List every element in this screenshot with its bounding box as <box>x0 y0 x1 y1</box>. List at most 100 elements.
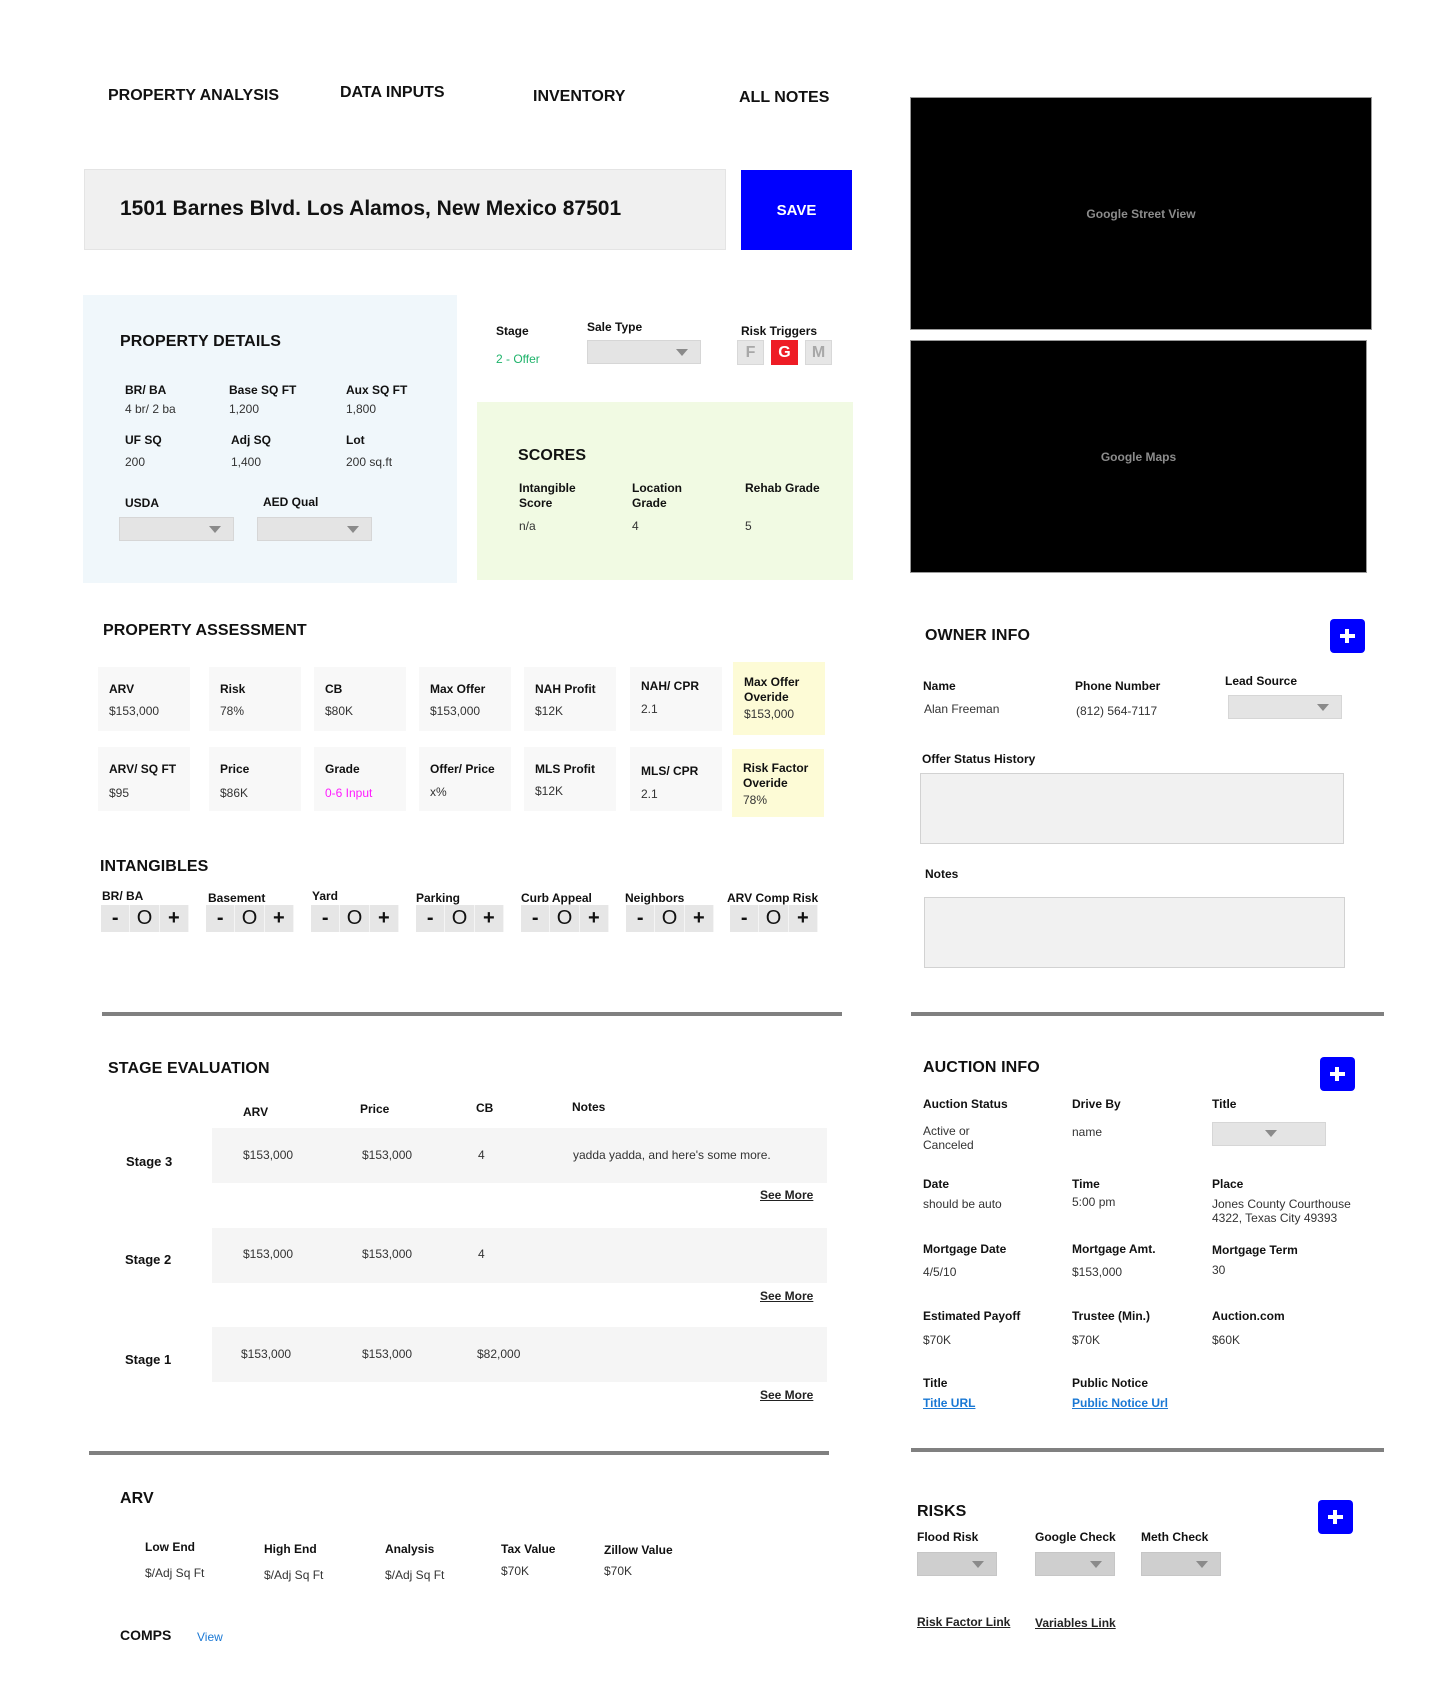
field-value: 1,200 <box>229 402 260 416</box>
place-label: Place <box>1212 1177 1244 1191</box>
tab-inventory[interactable]: INVENTORY <box>533 88 625 106</box>
assessment-card-risk-factor-override[interactable]: Risk Factor Overide 78% <box>732 749 824 817</box>
aed-qual-label: AED Qual <box>263 495 319 509</box>
comps-view-link[interactable]: View <box>197 1630 223 1645</box>
stage-label: Stage 2 <box>125 1252 172 1267</box>
tab-data-inputs[interactable]: DATA INPUTS <box>340 84 445 102</box>
title-url-label: Title <box>923 1376 948 1390</box>
title-url-link[interactable]: Title URL <box>923 1396 975 1410</box>
plus-button[interactable]: + <box>579 905 609 932</box>
stepper-value: O <box>235 905 265 932</box>
card-value: 0-6 Input <box>325 786 373 800</box>
offer-status-history-textarea[interactable] <box>920 773 1344 844</box>
see-more-link[interactable]: See More <box>760 1289 813 1303</box>
card-value: 78% <box>220 704 245 718</box>
intangible-stepper[interactable]: - O + <box>626 905 714 932</box>
card-label: MLS Profit <box>535 762 595 776</box>
address-field[interactable]: 1501 Barnes Blvd. Los Alamos, New Mexico… <box>84 169 726 250</box>
risk-trigger-g[interactable]: G <box>771 340 798 365</box>
flood-risk-dropdown[interactable] <box>917 1552 997 1576</box>
property-details-title: PROPERTY DETAILS <box>120 333 282 350</box>
intangible-stepper[interactable]: - O + <box>101 905 189 932</box>
assessment-card-arv-sqft: ARV/ SQ FT $95 <box>98 747 190 811</box>
score-value: 4 <box>632 519 639 533</box>
minus-button[interactable]: - <box>311 905 341 932</box>
risk-trigger-f[interactable]: F <box>737 340 764 365</box>
card-value: $95 <box>109 786 130 800</box>
map-panel[interactable]: Google Maps <box>910 340 1367 573</box>
card-value: $12K <box>535 704 564 718</box>
card-label: Price <box>220 762 250 776</box>
assessment-card-nah-profit: NAH Profit $12K <box>524 667 616 731</box>
aed-qual-dropdown[interactable] <box>257 517 372 541</box>
minus-button[interactable]: - <box>206 905 236 932</box>
assessment-card-mls-profit: MLS Profit $12K <box>524 747 616 811</box>
mortgage-amt-value: $153,000 <box>1072 1265 1123 1279</box>
card-label: Risk <box>220 682 246 696</box>
street-view-label: Google Street View <box>1086 206 1196 221</box>
intangible-stepper[interactable]: - O + <box>521 905 609 932</box>
stage-label: Stage 3 <box>126 1154 173 1169</box>
card-label: MLS/ CPR <box>641 764 699 778</box>
score-label: Location Grade <box>632 481 682 510</box>
risk-factor-link[interactable]: Risk Factor Link <box>917 1615 1010 1629</box>
plus-button[interactable]: + <box>684 905 714 932</box>
intangible-stepper[interactable]: - O + <box>730 905 818 932</box>
usda-dropdown[interactable] <box>119 517 234 541</box>
plus-button[interactable]: + <box>788 905 818 932</box>
plus-button[interactable]: + <box>264 905 294 932</box>
intangible-stepper[interactable]: - O + <box>416 905 504 932</box>
street-view-panel[interactable]: Google Street View <box>910 97 1372 330</box>
cell-arv: $153,000 <box>243 1148 294 1162</box>
notes-textarea[interactable] <box>924 897 1345 968</box>
drive-by-value: name <box>1072 1125 1103 1139</box>
lead-source-dropdown[interactable] <box>1228 695 1342 719</box>
assessment-card-max-offer-override[interactable]: Max Offer Overide $153,000 <box>733 662 825 735</box>
tab-property-analysis[interactable]: PROPERTY ANALYSIS <box>108 87 279 105</box>
card-label: ARV <box>109 682 135 696</box>
variables-link[interactable]: Variables Link <box>1035 1616 1116 1630</box>
public-notice-link[interactable]: Public Notice Url <box>1072 1396 1168 1410</box>
arv-value: $70K <box>604 1564 633 1578</box>
title-label: Title <box>1212 1097 1237 1111</box>
assessment-card-nah-cpr: NAH/ CPR 2.1 <box>630 667 722 731</box>
save-button[interactable]: SAVE <box>741 170 852 250</box>
chevron-down-icon <box>1317 704 1329 711</box>
stage-label: Stage <box>496 324 529 338</box>
auction-info-title: AUCTION INFO <box>923 1059 1040 1076</box>
title-dropdown[interactable] <box>1212 1122 1326 1146</box>
meth-check-dropdown[interactable] <box>1141 1552 1221 1576</box>
cell-price: $153,000 <box>362 1148 413 1162</box>
intangible-stepper[interactable]: - O + <box>311 905 399 932</box>
score-value: 5 <box>745 519 752 533</box>
add-risk-button[interactable] <box>1318 1500 1353 1534</box>
card-label: Max Offer <box>430 682 486 696</box>
minus-button[interactable]: - <box>101 905 131 932</box>
minus-button[interactable]: - <box>521 905 551 932</box>
chevron-down-icon <box>1196 1561 1208 1568</box>
plus-button[interactable]: + <box>159 905 189 932</box>
assessment-card-risk: Risk 78% <box>209 667 301 731</box>
divider <box>89 1451 829 1455</box>
minus-button[interactable]: - <box>626 905 656 932</box>
field-value: 200 sq.ft <box>346 455 393 469</box>
arv-label: Analysis <box>385 1542 435 1556</box>
assessment-card-grade[interactable]: Grade 0-6 Input <box>314 747 406 811</box>
google-check-dropdown[interactable] <box>1035 1552 1115 1576</box>
intangible-stepper[interactable]: - O + <box>206 905 294 932</box>
scores-title: SCORES <box>518 447 587 464</box>
card-value: $153,000 <box>109 704 160 718</box>
sale-type-dropdown[interactable] <box>587 340 701 364</box>
minus-button[interactable]: - <box>730 905 760 932</box>
plus-button[interactable]: + <box>369 905 399 932</box>
see-more-link[interactable]: See More <box>760 1188 813 1202</box>
tab-all-notes[interactable]: ALL NOTES <box>739 89 829 107</box>
card-value: $153,000 <box>744 707 795 721</box>
plus-button[interactable]: + <box>474 905 504 932</box>
add-owner-button[interactable] <box>1330 619 1365 653</box>
risk-trigger-m[interactable]: M <box>805 340 832 365</box>
cell-cb: 4 <box>478 1247 485 1261</box>
minus-button[interactable]: - <box>416 905 446 932</box>
add-auction-button[interactable] <box>1320 1057 1355 1091</box>
see-more-link[interactable]: See More <box>760 1388 813 1402</box>
